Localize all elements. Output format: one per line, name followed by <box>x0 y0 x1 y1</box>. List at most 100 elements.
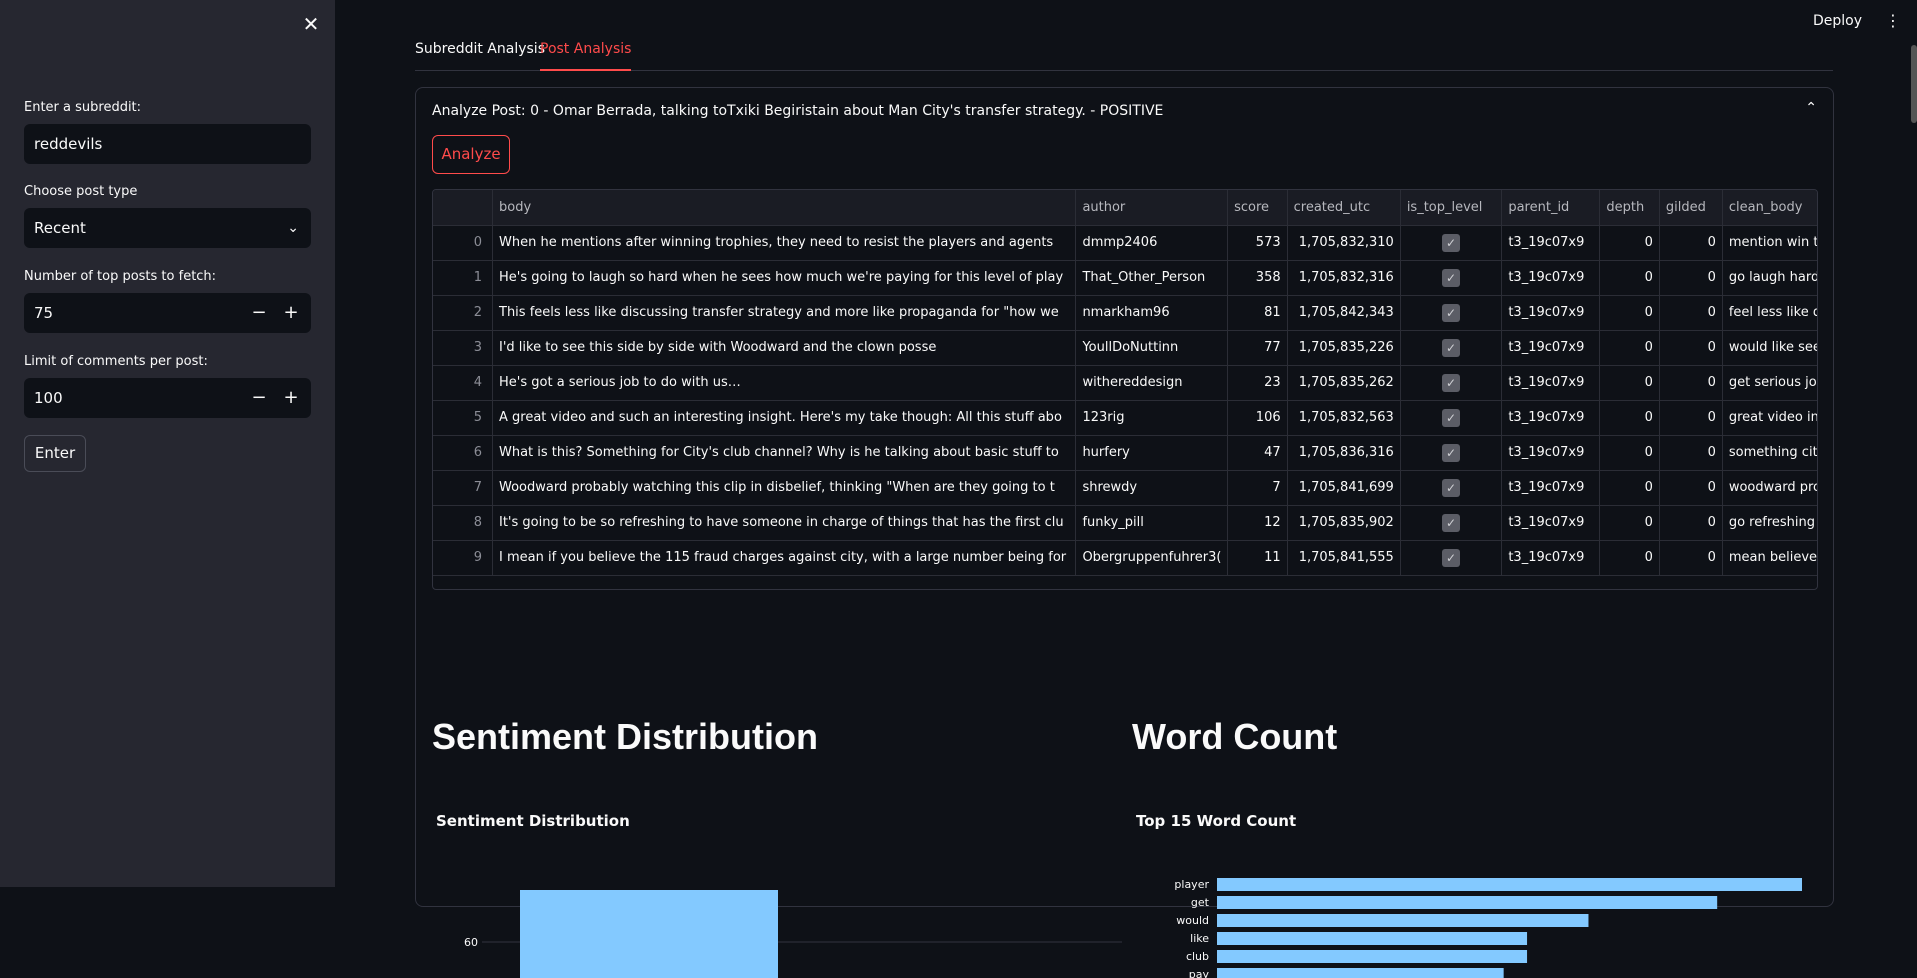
is-top-level-cell[interactable]: ✓ <box>1400 400 1503 436</box>
column-header[interactable] <box>433 190 493 226</box>
plus-icon[interactable]: + <box>275 378 307 418</box>
chevron-up-icon[interactable]: ⌃ <box>1805 100 1817 116</box>
table-cell[interactable]: 106 <box>1227 400 1288 436</box>
table-cell[interactable]: t3_19c07x9 <box>1501 225 1601 261</box>
table-cell[interactable]: What is this? Something for City's club … <box>492 435 1077 471</box>
table-row[interactable]: 2 This feels less like discussing transfe… <box>433 295 1817 331</box>
column-header[interactable]: is_top_level <box>1400 190 1503 226</box>
minus-icon[interactable]: − <box>243 378 275 418</box>
table-row[interactable]: 5A great video and such an interesting i… <box>433 400 1817 436</box>
column-header[interactable]: depth <box>1599 190 1660 226</box>
is-top-level-cell[interactable]: ✓ <box>1400 470 1503 506</box>
table-cell[interactable]: would like see side side woodward clown … <box>1722 330 1817 366</box>
table-cell[interactable]: 0 <box>1659 330 1723 366</box>
table-cell[interactable]: 23 <box>1227 365 1288 401</box>
table-cell[interactable]: 0 <box>1599 295 1660 331</box>
table-cell[interactable]: When he mentions after winning trophies,… <box>492 225 1077 261</box>
table-cell[interactable]: 0 <box>1659 470 1723 506</box>
table-cell[interactable]: 0 <box>1599 365 1660 401</box>
table-cell[interactable]: 0 <box>433 225 493 261</box>
table-cell[interactable]: 0 <box>1659 400 1723 436</box>
enter-button[interactable]: Enter <box>24 435 86 472</box>
comment-limit-stepper[interactable]: 100 − + <box>24 378 311 418</box>
table-cell[interactable]: hurfery <box>1075 435 1229 471</box>
table-cell[interactable]: 1,705,835,226 <box>1287 330 1401 366</box>
column-header[interactable]: score <box>1227 190 1288 226</box>
tab-post-analysis[interactable]: Post Analysis <box>540 41 632 71</box>
column-header[interactable]: author <box>1075 190 1229 226</box>
is-top-level-cell[interactable]: ✓ <box>1400 330 1503 366</box>
table-cell[interactable]: 1,705,842,343 <box>1287 295 1401 331</box>
column-header[interactable]: created_utc <box>1287 190 1401 226</box>
table-cell[interactable]: He's going to laugh so hard when he sees… <box>492 260 1077 296</box>
table-cell[interactable]: 1,705,835,262 <box>1287 365 1401 401</box>
table-cell[interactable]: 0 <box>1659 365 1723 401</box>
analyze-button[interactable]: Analyze <box>432 135 510 174</box>
table-cell[interactable]: 4 <box>433 365 493 401</box>
table-cell[interactable]: 8 <box>433 505 493 541</box>
table-cell[interactable]: He's got a serious job to do with us… <box>492 365 1077 401</box>
table-cell[interactable]: 0 <box>1659 225 1723 261</box>
table-cell[interactable]: 0 <box>1659 540 1723 576</box>
table-cell[interactable]: 0 <box>1599 225 1660 261</box>
table-cell[interactable]: It's going to be so refreshing to have s… <box>492 505 1077 541</box>
table-row[interactable]: 4 He's got a serious job to do with us… wi… <box>433 365 1817 401</box>
column-header[interactable]: gilded <box>1659 190 1723 226</box>
table-cell[interactable]: 1,705,841,555 <box>1287 540 1401 576</box>
is-top-level-cell[interactable]: ✓ <box>1400 225 1503 261</box>
table-cell[interactable]: 0 <box>1599 330 1660 366</box>
table-cell[interactable]: shrewdy <box>1075 470 1229 506</box>
top-posts-stepper[interactable]: 75 − + <box>24 293 311 333</box>
table-cell[interactable]: t3_19c07x9 <box>1501 260 1601 296</box>
table-cell[interactable]: t3_19c07x9 <box>1501 330 1601 366</box>
table-cell[interactable]: 1,705,832,310 <box>1287 225 1401 261</box>
table-cell[interactable]: 1,705,836,316 <box>1287 435 1401 471</box>
table-row[interactable]: 6 What is this? Something for City's club… <box>433 435 1817 471</box>
more-menu-icon[interactable]: ⋮ <box>1885 11 1901 30</box>
close-sidebar-icon[interactable]: ✕ <box>300 13 322 35</box>
table-row[interactable]: 9I mean if you believe the 115 fraud cha… <box>433 540 1817 576</box>
column-header[interactable]: clean_body <box>1722 190 1817 226</box>
table-row[interactable]: 1 He's going to laugh so hard when he see… <box>433 260 1817 296</box>
table-cell[interactable]: 0 <box>1659 505 1723 541</box>
table-cell[interactable]: mention win trophy need resist player ag… <box>1722 225 1817 261</box>
table-row[interactable]: 0 When he mentions after winning trophies… <box>433 225 1817 261</box>
table-cell[interactable]: 3 <box>433 330 493 366</box>
table-cell[interactable]: Woodward probably watching this clip in … <box>492 470 1077 506</box>
table-cell[interactable]: 1,705,841,699 <box>1287 470 1401 506</box>
table-cell[interactable]: 6 <box>433 435 493 471</box>
table-cell[interactable]: 77 <box>1227 330 1288 366</box>
column-header[interactable]: parent_id <box>1501 190 1601 226</box>
table-cell[interactable]: 0 <box>1659 260 1723 296</box>
table-cell[interactable]: go refreshing someone charge thing first… <box>1722 505 1817 541</box>
column-header[interactable]: body <box>492 190 1077 226</box>
is-top-level-cell[interactable]: ✓ <box>1400 540 1503 576</box>
is-top-level-cell[interactable]: ✓ <box>1400 260 1503 296</box>
table-row[interactable]: 8 It's going to be so refreshing to have … <box>433 505 1817 541</box>
is-top-level-cell[interactable]: ✓ <box>1400 365 1503 401</box>
table-cell[interactable]: feel less like discuss transfer strategy… <box>1722 295 1817 331</box>
plus-icon[interactable]: + <box>275 293 307 333</box>
table-cell[interactable]: nmarkham96 <box>1075 295 1229 331</box>
table-cell[interactable]: 12 <box>1227 505 1288 541</box>
table-cell[interactable]: 0 <box>1599 540 1660 576</box>
table-cell[interactable]: 573 <box>1227 225 1288 261</box>
table-cell[interactable]: 1,705,832,316 <box>1287 260 1401 296</box>
table-cell[interactable]: 1,705,832,563 <box>1287 400 1401 436</box>
table-cell[interactable]: 0 <box>1659 435 1723 471</box>
table-cell[interactable]: 7 <box>433 470 493 506</box>
post-type-select[interactable]: Recent ⌄ <box>24 208 311 248</box>
table-cell[interactable]: get serious job we <box>1722 365 1817 401</box>
table-cell[interactable]: 1,705,835,902 <box>1287 505 1401 541</box>
table-row[interactable]: 7 Woodward probably watching this clip in… <box>433 470 1817 506</box>
table-cell[interactable]: t3_19c07x9 <box>1501 470 1601 506</box>
table-cell[interactable]: 11 <box>1227 540 1288 576</box>
table-cell[interactable]: 0 <box>1599 260 1660 296</box>
table-cell[interactable]: t3_19c07x9 <box>1501 435 1601 471</box>
table-cell[interactable]: YoullDoNuttinn <box>1075 330 1229 366</box>
table-cell[interactable]: 7 <box>1227 470 1288 506</box>
table-cell[interactable]: t3_19c07x9 <box>1501 540 1601 576</box>
scrollbar[interactable] <box>1911 45 1917 123</box>
table-cell[interactable]: 0 <box>1659 295 1723 331</box>
table-cell[interactable]: something city club channel talk basic s… <box>1722 435 1817 471</box>
